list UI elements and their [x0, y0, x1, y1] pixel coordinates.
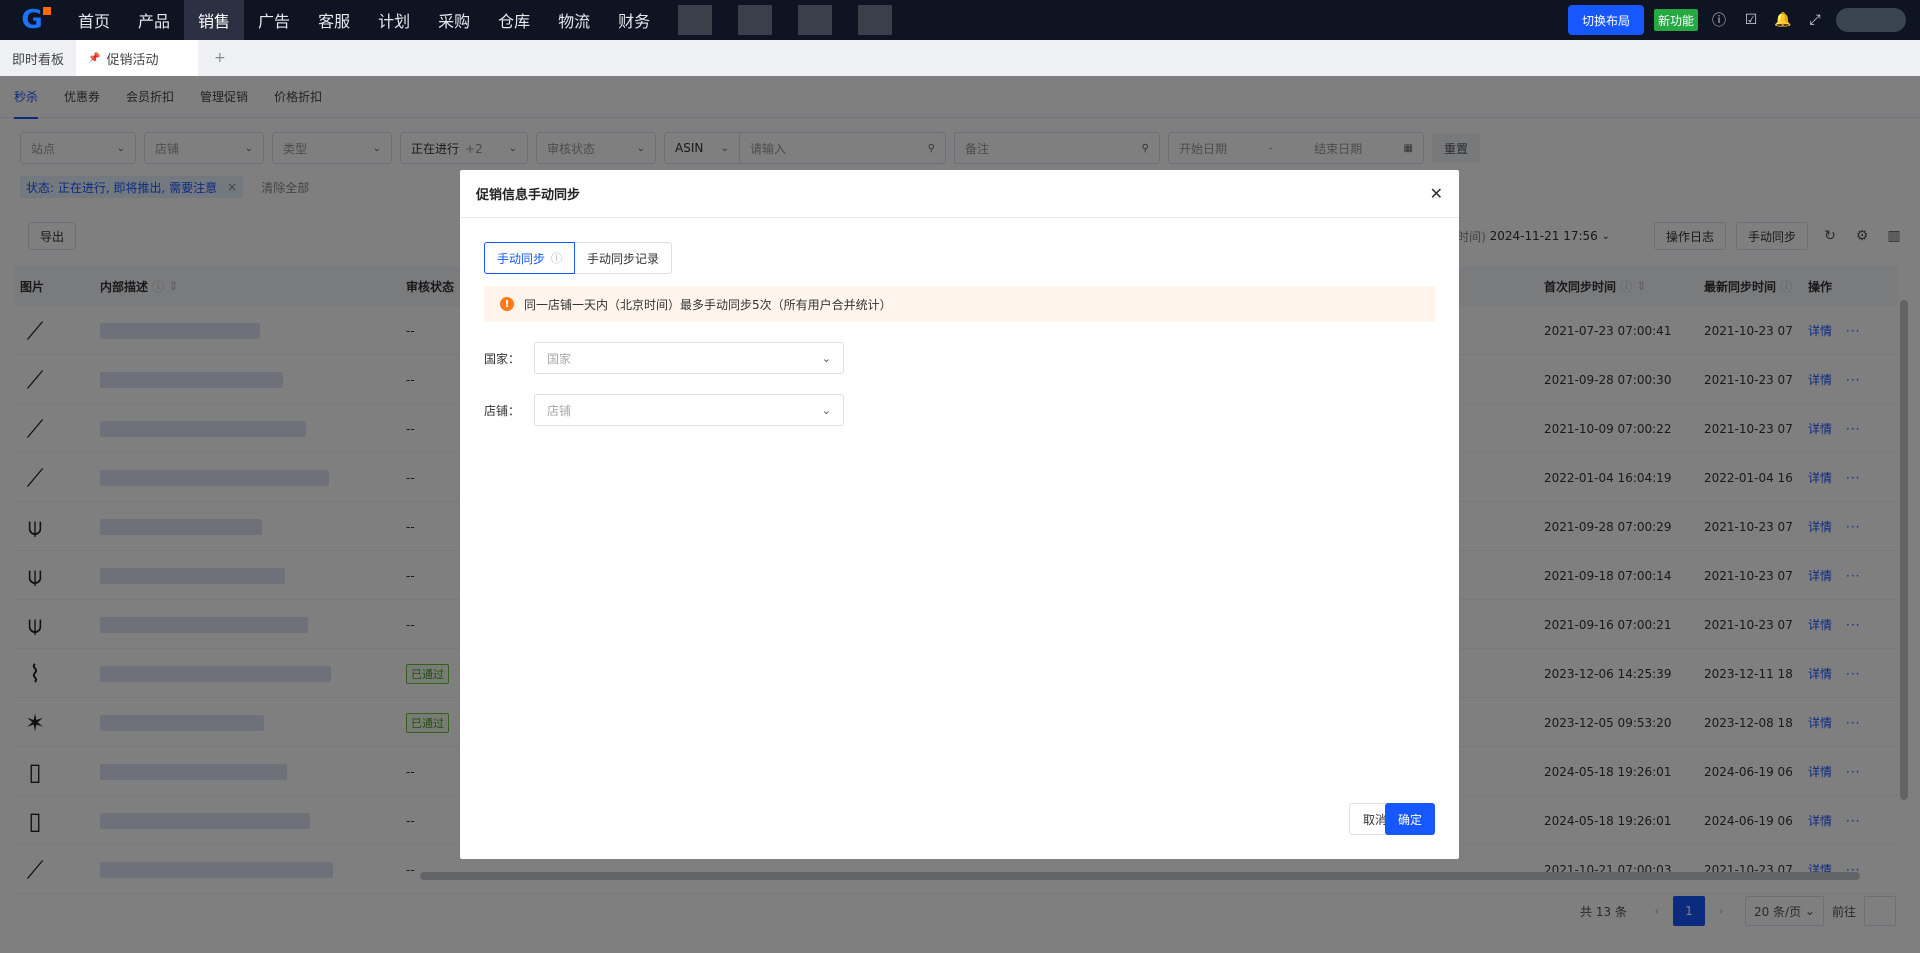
country-label: 国家： — [484, 351, 521, 366]
dialog-title: 促销信息手动同步 — [476, 188, 581, 203]
nav-ads[interactable]: 广告 — [244, 0, 304, 40]
country-select[interactable]: 国家 ⌄ — [534, 342, 844, 374]
logo-text: G — [21, 5, 52, 35]
chevron-down-icon: ⌄ — [821, 351, 831, 365]
logo[interactable]: G — [0, 0, 64, 40]
shop-placeholder: 店铺 — [547, 403, 572, 418]
shop-label: 店铺： — [484, 403, 521, 418]
country-row: 国家： 国家 ⌄ — [484, 342, 844, 374]
blurred-nav-item[interactable] — [858, 5, 893, 35]
nav-warehouse[interactable]: 仓库 — [484, 0, 544, 40]
tab-manual-sync[interactable]: 手动同步 ⓘ — [484, 242, 576, 274]
tab-sync-records[interactable]: 手动同步记录 — [575, 242, 673, 274]
warning-icon: ! — [500, 297, 514, 311]
nav-home[interactable]: 首页 — [64, 0, 124, 40]
shop-select[interactable]: 店铺 ⌄ — [534, 394, 844, 426]
nav-sales[interactable]: 销售 — [184, 0, 245, 40]
shop-row: 店铺： 店铺 ⌄ — [484, 394, 844, 426]
dialog-tabs: 手动同步 ⓘ 手动同步记录 — [484, 242, 673, 274]
fullscreen-icon[interactable]: ⤢ — [1804, 9, 1826, 31]
chevron-down-icon: ⌄ — [821, 403, 831, 417]
blurred-nav-item[interactable] — [798, 5, 833, 35]
tab-manual-sync-label: 手动同步 — [497, 251, 546, 266]
manual-sync-dialog: 促销信息手动同步 ✕ 手动同步 ⓘ 手动同步记录 ! 同一店铺一天内（北京时间）最… — [460, 170, 1459, 859]
dialog-header: 促销信息手动同步 ✕ — [460, 170, 1459, 218]
bell-icon[interactable]: 🔔 — [1772, 9, 1794, 31]
add-tab-button[interactable]: + — [198, 40, 242, 76]
nav-logistics[interactable]: 物流 — [544, 0, 604, 40]
nav-finance[interactable]: 财务 — [604, 0, 664, 40]
top-nav: G 首页 产品 销售 广告 客服 计划 采购 仓库 物流 财务 切换布局 新功能… — [0, 0, 1920, 40]
info-icon[interactable]: ⓘ — [1708, 9, 1730, 31]
task-check-icon[interactable]: ☑ — [1740, 9, 1762, 31]
limit-notice-text: 同一店铺一天内（北京时间）最多手动同步5次（所有用户合并统计） — [524, 297, 892, 312]
nav-purchase[interactable]: 采购 — [424, 0, 484, 40]
blurred-nav-item[interactable] — [678, 5, 713, 35]
nav-plan[interactable]: 计划 — [364, 0, 424, 40]
tab-promotion-label: 促销活动 — [106, 52, 159, 68]
blurred-nav-item[interactable] — [738, 5, 773, 35]
tab-dashboard[interactable]: 即时看板 — [0, 40, 76, 76]
country-placeholder: 国家 — [547, 351, 572, 366]
nav-right: 切换布局 新功能 ⓘ ☑ 🔔 ⤢ — [1567, 0, 1920, 40]
switch-layout-button[interactable]: 切换布局 — [1567, 5, 1644, 35]
limit-notice: ! 同一店铺一天内（北京时间）最多手动同步5次（所有用户合并统计） — [484, 286, 1435, 322]
tab-promotion[interactable]: 📌 促销活动 — [76, 40, 199, 76]
new-feature-badge[interactable]: 新功能 — [1653, 9, 1698, 31]
avatar[interactable] — [1836, 8, 1906, 32]
help-icon: ⓘ — [551, 252, 563, 265]
page-tabstrip: 即时看板 📌 促销活动 + — [0, 40, 1920, 76]
nav-product[interactable]: 产品 — [124, 0, 184, 40]
pin-icon[interactable]: 📌 — [88, 53, 100, 64]
nav-service[interactable]: 客服 — [304, 0, 364, 40]
close-icon[interactable]: ✕ — [1430, 184, 1443, 203]
confirm-button[interactable]: 确定 — [1385, 803, 1435, 835]
